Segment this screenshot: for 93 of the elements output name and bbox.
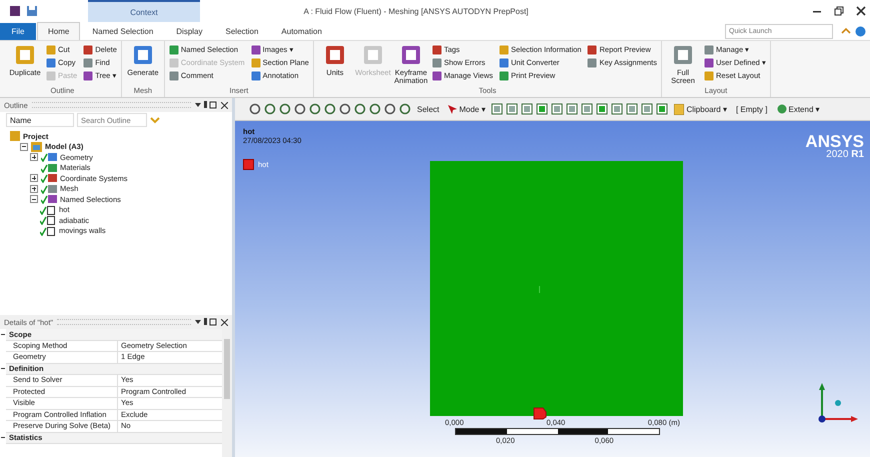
- clipboard-value: [ Empty ]: [736, 104, 768, 114]
- toolbar-icon[interactable]: [369, 103, 381, 115]
- mode-button[interactable]: Mode ▾: [448, 104, 486, 114]
- collapse-icon[interactable]: [0, 331, 6, 338]
- checked-folder-icon: [41, 162, 57, 173]
- pin-icon[interactable]: [195, 101, 217, 109]
- close-icon[interactable]: [856, 6, 866, 16]
- ansys-logo: ANSYS: [805, 133, 864, 150]
- select-label: Select: [417, 104, 440, 114]
- tool-icon: [587, 44, 598, 54]
- toolbar-icon[interactable]: [399, 103, 411, 115]
- ribbon-tab[interactable]: Named Selection: [81, 22, 164, 40]
- expander-icon[interactable]: [30, 153, 38, 162]
- collapse-icon[interactable]: [0, 366, 6, 372]
- tool-icon: [83, 58, 94, 68]
- toolbar-icon[interactable]: [596, 103, 608, 115]
- toolbar-icon[interactable]: [339, 103, 351, 115]
- tool-icon: [704, 44, 714, 54]
- tool-icon: [432, 70, 442, 80]
- toolbar-icon[interactable]: [506, 103, 518, 115]
- expander-icon[interactable]: [30, 184, 38, 193]
- window-title: A : Fluid Flow (Fluent) - Meshing [ANSYS AUTODYN PrepPost]: [302, 6, 530, 18]
- toolbar-icon[interactable]: [581, 103, 594, 115]
- toolbar-icon[interactable]: [491, 103, 504, 115]
- help-icon[interactable]: [855, 26, 866, 36]
- toolbar-icon[interactable]: [309, 103, 321, 115]
- checked-folder-icon: [41, 152, 57, 162]
- file-tab[interactable]: File: [0, 22, 36, 40]
- close-icon[interactable]: [221, 102, 228, 108]
- checked-folder-icon: [41, 184, 57, 194]
- expander-icon[interactable]: [30, 195, 38, 204]
- tool-icon: [168, 70, 179, 80]
- toolbar-icon[interactable]: [264, 103, 276, 115]
- tool-icon: [168, 44, 179, 54]
- axis-triad-drawing: [816, 381, 860, 423]
- close-icon[interactable]: [221, 318, 228, 326]
- filter-dropdown[interactable]: Name: [6, 113, 74, 127]
- tool-icon: [250, 70, 261, 80]
- tool-icon: [83, 44, 94, 54]
- edge-marker-icon: [533, 407, 547, 420]
- checked-page-icon: [40, 226, 56, 236]
- version-label: 2020 R1: [826, 150, 864, 160]
- expander-icon[interactable]: [20, 142, 28, 151]
- toolbar-icon[interactable]: [626, 103, 638, 115]
- expander-icon[interactable]: [30, 174, 38, 182]
- clipboard-icon: [674, 104, 684, 114]
- ribbon-tab[interactable]: Selection: [214, 22, 270, 40]
- tool-icon: [250, 58, 261, 68]
- toolbar-icon[interactable]: [611, 103, 624, 115]
- toolbar-icon[interactable]: [324, 103, 336, 115]
- checked-page-icon: [40, 215, 56, 226]
- tool-icon: [13, 43, 37, 67]
- toolbar-icon[interactable]: [536, 103, 548, 115]
- tool-icon: [432, 44, 442, 54]
- toolbar-icon[interactable]: [249, 103, 261, 115]
- tool-icon: [168, 58, 179, 68]
- tool-icon: [587, 58, 598, 68]
- tool-icon: [432, 58, 442, 68]
- globe-icon: [776, 104, 786, 114]
- pin-icon[interactable]: [195, 318, 217, 326]
- scrollbar[interactable]: [222, 329, 232, 457]
- tool-icon: [499, 70, 510, 80]
- toolbar-icon[interactable]: [279, 103, 291, 115]
- ribbon-tab[interactable]: Home: [37, 22, 80, 40]
- toolbar-icon[interactable]: [566, 103, 578, 115]
- cursor-icon: [448, 104, 458, 114]
- tool-icon: [83, 70, 94, 80]
- toolbar-icon[interactable]: [551, 103, 564, 115]
- restore-icon[interactable]: [834, 6, 844, 16]
- clipboard-button[interactable]: Clipboard ▾: [674, 104, 727, 114]
- toolbar-icon[interactable]: [656, 103, 668, 115]
- toolbar-icon[interactable]: [521, 103, 534, 115]
- checked-folder-icon: [41, 173, 57, 184]
- toolbar-icon[interactable]: [294, 103, 306, 115]
- tool-icon: [499, 44, 510, 54]
- toolbar-icon[interactable]: [641, 103, 654, 115]
- tool-icon: [704, 70, 714, 80]
- extend-button[interactable]: Extend ▾: [776, 104, 820, 114]
- tool-icon: [704, 58, 714, 68]
- project-icon: [10, 131, 20, 142]
- collapse-icon[interactable]: [0, 434, 6, 441]
- save-icon[interactable]: [26, 5, 38, 17]
- checked-page-icon: [40, 204, 56, 215]
- ribbon-tab[interactable]: Automation: [270, 22, 333, 40]
- legend-swatch: [243, 159, 254, 170]
- app-logo-icon: [10, 6, 20, 16]
- tool-icon: [250, 44, 261, 54]
- model-icon: [31, 142, 42, 152]
- checked-folder-icon: [41, 194, 57, 204]
- toolbar-icon[interactable]: [354, 103, 366, 115]
- ribbon-tab[interactable]: Display: [165, 22, 214, 40]
- tool-icon: [499, 58, 510, 68]
- toolbar-icon[interactable]: [384, 103, 396, 115]
